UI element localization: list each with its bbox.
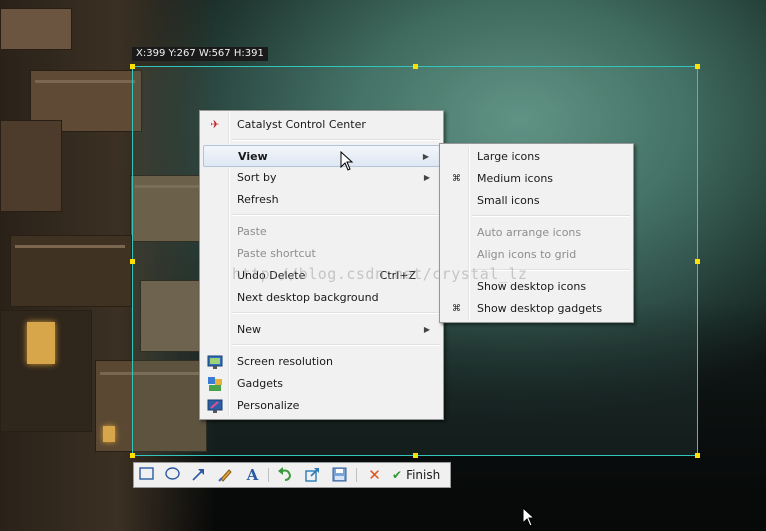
menu-item-paste-shortcut[interactable]: Paste shortcut	[203, 243, 440, 265]
menu-item-label: Show desktop gadgets	[477, 302, 603, 315]
menu-item-screen-resolution[interactable]: Screen resolution	[203, 351, 440, 373]
menu-item-label: Large icons	[477, 150, 540, 163]
menu-item-label: New	[237, 323, 261, 336]
menu-separator	[232, 139, 440, 141]
view-submenu: Large icons ⌘ Medium icons Small icons A…	[439, 143, 634, 323]
menu-item-label: Medium icons	[477, 172, 554, 185]
menu-item-large-icons[interactable]: Large icons	[443, 146, 630, 168]
menu-item-label: Gadgets	[237, 377, 284, 390]
checkmark-icon: ⌘	[452, 304, 461, 314]
menu-item-paste[interactable]: Paste	[203, 221, 440, 243]
watermark: http://blog.csdn.net/crystal_lz	[232, 265, 528, 283]
resize-handle-top-left[interactable]	[130, 64, 135, 69]
selection-coordinates: X:399 Y:267 W:567 H:391	[132, 47, 268, 61]
menu-item-next-background[interactable]: Next desktop background	[203, 287, 440, 309]
menu-item-label: Next desktop background	[237, 291, 379, 304]
finish-label: Finish	[406, 468, 441, 482]
finish-button[interactable]: ✔ Finish	[392, 467, 440, 483]
menu-item-label: Catalyst Control Center	[237, 118, 366, 131]
menu-item-show-desktop-gadgets[interactable]: ⌘ Show desktop gadgets	[443, 298, 630, 320]
menu-item-align-to-grid[interactable]: Align icons to grid	[443, 244, 630, 266]
menu-item-label: Small icons	[477, 194, 540, 207]
menu-separator	[232, 312, 440, 314]
brush-icon[interactable]	[217, 467, 234, 483]
menu-item-sort-by[interactable]: Sort by ▶	[203, 167, 440, 189]
menu-item-refresh[interactable]: Refresh	[203, 189, 440, 211]
capture-toolbar: A ✕ ✔ Finish	[133, 462, 451, 488]
menu-item-small-icons[interactable]: Small icons	[443, 190, 630, 212]
menu-item-label: Auto arrange icons	[477, 226, 582, 239]
resize-handle-bottom-left[interactable]	[130, 453, 135, 458]
undo-icon[interactable]	[276, 467, 293, 483]
gadgets-icon	[207, 376, 223, 392]
checkmark-icon: ⌘	[452, 174, 461, 184]
wallpaper-lit-window	[103, 426, 115, 442]
catalyst-icon: ✈	[210, 118, 220, 131]
wallpaper-plank	[35, 80, 135, 83]
wallpaper-building	[0, 120, 62, 212]
resize-handle-bottom[interactable]	[413, 453, 418, 458]
mouse-cursor-icon	[522, 507, 536, 527]
wallpaper-building	[0, 8, 72, 50]
mouse-cursor-icon	[340, 151, 354, 171]
menu-item-personalize[interactable]: Personalize	[203, 395, 440, 417]
menu-item-view[interactable]: View ▶	[203, 145, 440, 167]
toolbar-divider	[356, 468, 357, 482]
cancel-icon[interactable]: ✕	[366, 467, 383, 483]
toolbar-divider	[268, 468, 269, 482]
wallpaper-plank	[15, 245, 125, 248]
menu-item-label: Paste	[237, 225, 267, 238]
menu-item-label: Align icons to grid	[477, 248, 577, 261]
wallpaper-lit-window	[27, 322, 55, 364]
submenu-arrow-icon: ▶	[422, 152, 429, 161]
menu-item-label: Personalize	[237, 399, 300, 412]
arrow-icon[interactable]	[190, 467, 207, 483]
resize-handle-right[interactable]	[695, 259, 700, 264]
ellipse-icon[interactable]	[164, 467, 181, 483]
submenu-arrow-icon: ▶	[423, 173, 430, 182]
save-icon[interactable]	[331, 467, 348, 483]
menu-separator	[232, 214, 440, 216]
menu-item-catalyst[interactable]: ✈ Catalyst Control Center	[203, 114, 440, 136]
menu-separator	[472, 215, 630, 217]
menu-item-auto-arrange[interactable]: Auto arrange icons	[443, 222, 630, 244]
checkmark-icon: ✔	[392, 468, 403, 482]
personalize-icon	[207, 398, 223, 414]
menu-item-label: Refresh	[237, 193, 279, 206]
menu-item-label: Paste shortcut	[237, 247, 316, 260]
menu-item-label: Sort by	[237, 171, 277, 184]
resize-handle-top-right[interactable]	[695, 64, 700, 69]
menu-item-label: Screen resolution	[237, 355, 333, 368]
monitor-icon	[207, 354, 223, 370]
resize-handle-left[interactable]	[130, 259, 135, 264]
menu-item-label: View	[238, 150, 268, 163]
resize-handle-bottom-right[interactable]	[695, 453, 700, 458]
menu-item-new[interactable]: New ▶	[203, 319, 440, 341]
text-icon[interactable]: A	[244, 467, 261, 483]
menu-item-gadgets[interactable]: Gadgets	[203, 373, 440, 395]
menu-separator	[232, 344, 440, 346]
resize-handle-top[interactable]	[413, 64, 418, 69]
rectangle-icon[interactable]	[138, 467, 155, 483]
export-icon[interactable]	[304, 467, 321, 483]
menu-item-medium-icons[interactable]: ⌘ Medium icons	[443, 168, 630, 190]
submenu-arrow-icon: ▶	[423, 325, 430, 334]
